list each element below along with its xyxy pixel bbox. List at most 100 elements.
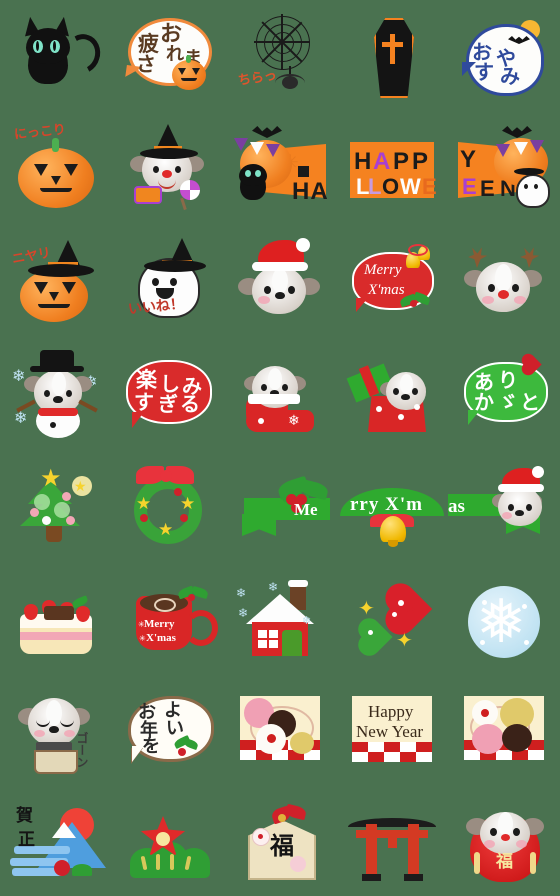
emoji-cell-dog-reindeer[interactable] [448, 224, 560, 336]
dog-snowman-art: ❄ ❄ ❄ [10, 346, 102, 438]
emoji-cell-ny-plum-left[interactable] [224, 672, 336, 784]
tanoshimi-char1: 楽 [136, 368, 157, 392]
emoji-cell-arigato-bubble[interactable]: あ り か ゞ と [448, 336, 560, 448]
pumpkin-stem [52, 138, 59, 152]
ghost-eye-left [152, 278, 159, 286]
emoji-cell-happy-new-year-card[interactable]: Happy New Year [336, 672, 448, 784]
emoji-cell-halloween-banner-1[interactable]: ✳ HA [224, 112, 336, 224]
emoji-cell-dog-daruma[interactable]: 福 [448, 784, 560, 896]
temple-bell [34, 750, 78, 774]
emoji-cell-snowflake-ball[interactable]: ❅ [448, 560, 560, 672]
daruma-stripe-right [530, 852, 536, 874]
dog-cheek-right [516, 840, 527, 848]
dog-eye-left [490, 828, 497, 836]
emoji-cell-dog-bell-goon[interactable]: ゴーン [0, 672, 112, 784]
emoji-cell-gashou-fuji[interactable]: 賀 正 [0, 784, 112, 896]
emoji-cell-tanoshimi-bubble[interactable]: 楽 し み す ぎ る [112, 336, 224, 448]
halloween-banner-1-art: ✳ HA [234, 122, 328, 214]
tree-bauble-white [42, 516, 51, 525]
snowflake-1: ❄ [236, 586, 247, 600]
dog-eye-left [393, 388, 399, 395]
banner-text-e: E [422, 174, 438, 199]
tree-bauble-pink-2 [62, 492, 71, 501]
arigato-char5: と [520, 390, 540, 414]
emoji-cell-nikkori-pumpkin[interactable]: にっこり [0, 112, 112, 224]
xmas-banner-1-art: Me [234, 458, 330, 550]
dog-cheek-right [514, 296, 526, 304]
banner-text-l2: L [368, 174, 383, 199]
banner-text-1: Me [294, 500, 318, 519]
plum-blossom-accent [54, 860, 70, 876]
gift-dot-2 [398, 414, 404, 420]
emoji-cell-christmas-cake[interactable] [0, 560, 112, 672]
plum-decor-pink [290, 856, 306, 872]
emoji-cell-coffin[interactable] [336, 0, 448, 112]
dog-cheek [258, 296, 270, 304]
emoji-cell-torii-gate[interactable] [336, 784, 448, 896]
stocking-cuff [248, 394, 300, 404]
nikkori-pumpkin-art: にっこり [10, 122, 102, 214]
chimney-snow [288, 580, 308, 587]
bunting-flag-purple-2 [266, 144, 280, 157]
antler-right [520, 247, 540, 268]
dog-eye-right [66, 390, 72, 397]
emoji-cell-dog-santa[interactable] [224, 224, 336, 336]
dog-stocking-art: ❄ [234, 346, 326, 438]
tree-bauble-pink-3 [66, 516, 75, 525]
emoji-cell-dog-in-gift[interactable] [336, 336, 448, 448]
emoji-cell-xmas-banner-1[interactable]: Me [224, 448, 336, 560]
goon-text: ゴーン [75, 732, 89, 768]
emoji-cell-halloween-banner-3[interactable]: Y E E N [448, 112, 560, 224]
witch-hat-brim [140, 148, 198, 159]
dog-reindeer-art [458, 234, 550, 326]
emoji-cell-christmas-tree[interactable]: ★ ★ [0, 448, 112, 560]
mug-handle [184, 610, 218, 646]
pumpkin-mouth [181, 78, 197, 81]
emoji-cell-niyari-pumpkin[interactable]: ニヤリ [0, 224, 112, 336]
heart-red-shine-1 [398, 600, 404, 606]
emoji-cell-dog-in-stocking[interactable]: ❄ [224, 336, 336, 448]
daruma-stripe-left [474, 852, 480, 874]
emoji-cell-black-cat[interactable] [0, 0, 112, 112]
plum-blossom-center [156, 832, 170, 846]
arigato-char1: あ [474, 370, 494, 394]
dog-eye-right [175, 166, 181, 173]
snowy-house-art: ❄ ❄ ❄ ❄ [234, 570, 326, 662]
tanoshimi-bubble-art: 楽 し み す ぎ る [122, 346, 214, 438]
cat-pupil-right [53, 41, 56, 51]
checker-row-2 [352, 752, 432, 762]
emoji-cell-yoi-otoshi-bubble[interactable]: お よ 年 い を [112, 672, 224, 784]
cat-head-shape [239, 164, 267, 186]
pine-needle-2 [156, 854, 160, 870]
emoji-cell-dog-witch-candy[interactable] [112, 112, 224, 224]
emoji-cell-merry-xmas-bubble[interactable]: Merry X'mas [336, 224, 448, 336]
emoji-cell-otsukaresama-bubble[interactable]: お 疲 れ さ ま [112, 0, 224, 112]
emoji-cell-spider-web[interactable]: ちらっ [224, 0, 336, 112]
emoji-cell-christmas-wreath[interactable]: ★ ★ ★ [112, 448, 224, 560]
torii-gakuzuka [388, 836, 397, 848]
yoi-char-wo: を [142, 736, 160, 757]
torii-base-left [362, 874, 381, 881]
snow-dot-3 [480, 640, 485, 645]
banner-text-e2: E [480, 176, 496, 201]
emoji-cell-ny-plum-right[interactable] [448, 672, 560, 784]
emoji-cell-xmas-banner-2[interactable]: rry X'm [336, 448, 448, 560]
emoji-cell-halloween-banner-2[interactable]: H A P P L L O W E [336, 112, 448, 224]
emoji-cell-kadomatsu-plum[interactable] [112, 784, 224, 896]
emoji-cell-hearts[interactable]: ✦ ✦ [336, 560, 448, 672]
emoji-cell-snowy-house[interactable]: ❄ ❄ ❄ ❄ [224, 560, 336, 672]
emoji-cell-oyasumi-ghost[interactable]: お や す み [448, 0, 560, 112]
holly-berry [410, 300, 417, 307]
ghost-hat-brim [514, 168, 544, 175]
emoji-cell-xmas-banner-3[interactable]: as [448, 448, 560, 560]
santa-hat-pompom [296, 238, 310, 252]
torii-post-right [408, 824, 419, 876]
emoji-cell-dog-snowman[interactable]: ❄ ❄ ❄ [0, 336, 112, 448]
bell-clapper [388, 540, 398, 547]
new-year-text: New Year [356, 722, 424, 741]
emoji-cell-ema-fuku[interactable]: 福 [224, 784, 336, 896]
emoji-cell-xmas-mug[interactable]: Merry X'mas ✳ ✳ [112, 560, 224, 672]
emoji-cell-iine-ghost[interactable]: いいね！ [112, 224, 224, 336]
banner-text-o: O [382, 174, 401, 199]
dog-nose [401, 394, 410, 400]
